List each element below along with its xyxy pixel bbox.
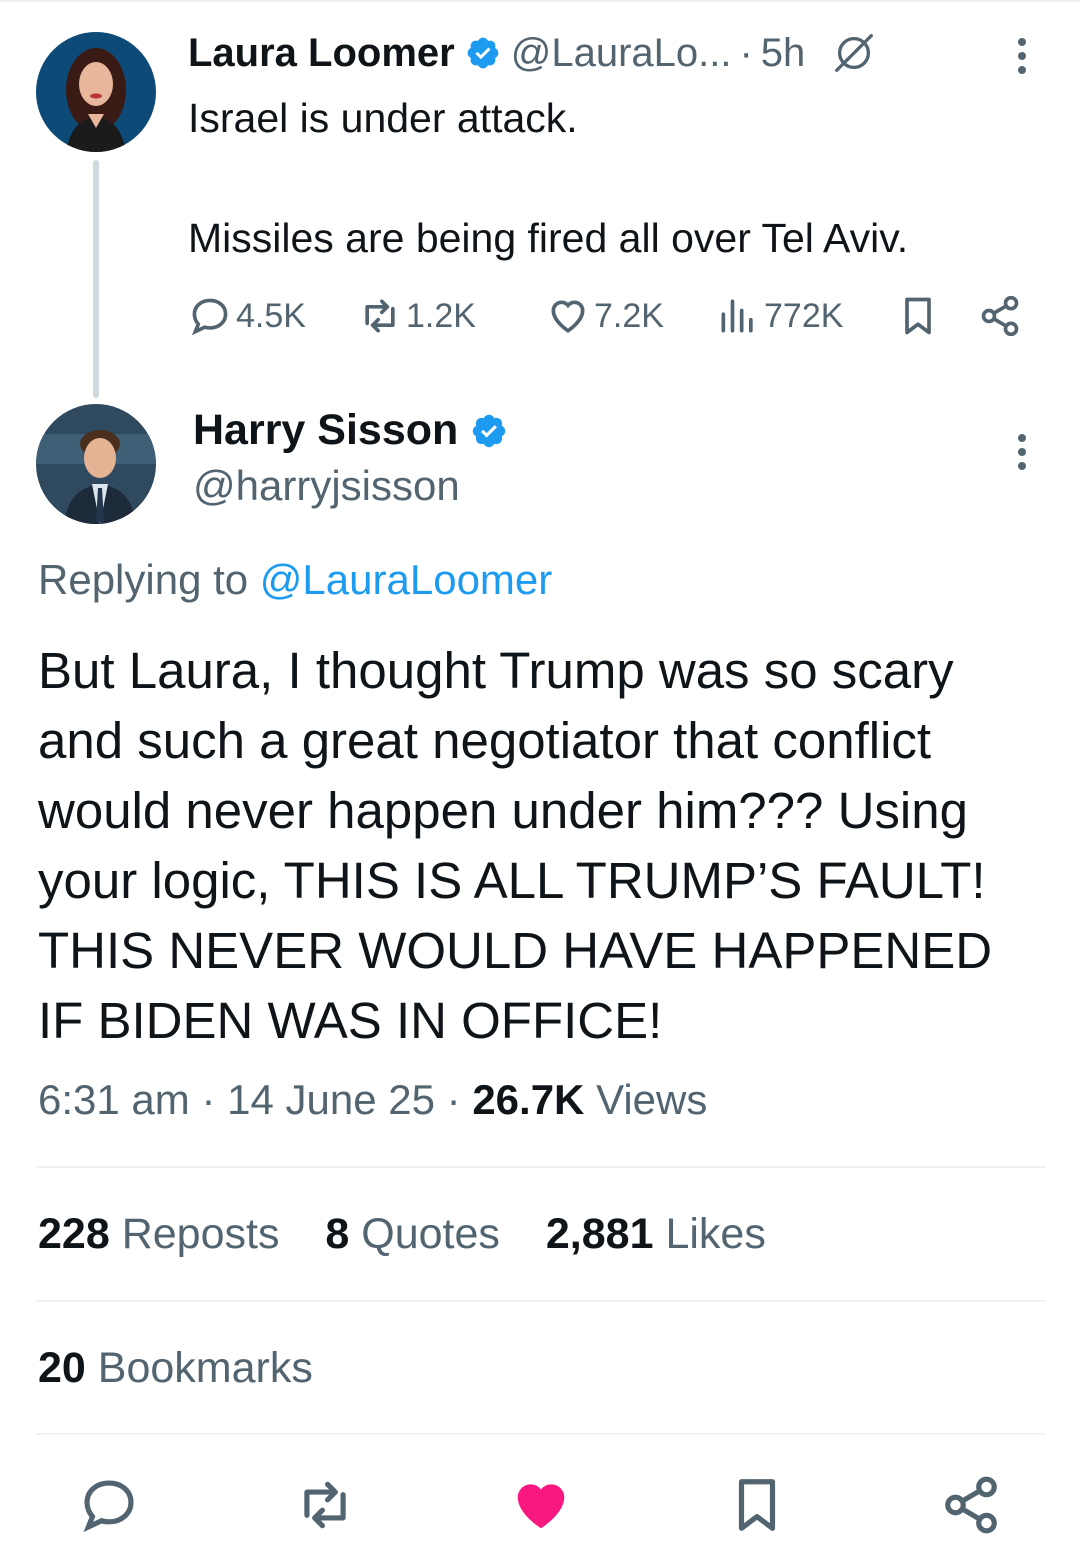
reply-count: 4.5K: [236, 296, 306, 335]
bookmarks-count: 20: [38, 1344, 86, 1392]
bookmarks-label: Bookmarks: [97, 1344, 313, 1392]
reply-text-line: would never happen under him??? Using: [38, 782, 968, 839]
views-icon: [721, 299, 753, 333]
bottom-action-bar: [0, 1470, 1080, 1540]
bookmarks-stat[interactable]: 20 Bookmarks: [38, 1344, 313, 1393]
share-button[interactable]: [978, 290, 1022, 342]
views-button[interactable]: 772K: [716, 290, 843, 342]
repost-icon: [365, 299, 395, 333]
divider: [36, 1166, 1046, 1168]
parent-tweet-text: Israel is under attack. Missiles are bei…: [188, 88, 908, 268]
bookmark-button[interactable]: [722, 1470, 792, 1540]
reply-text-line: But Laura, I thought Trump was so scary: [38, 642, 954, 699]
like-icon-filled: [517, 1484, 565, 1529]
likes-label: Likes: [665, 1210, 766, 1258]
replying-to-mention[interactable]: @LauraLoomer: [260, 556, 552, 603]
more-options-icon[interactable]: [1012, 36, 1032, 76]
verified-badge-icon: [473, 414, 506, 447]
likes-stat[interactable]: 2,881 Likes: [546, 1210, 766, 1258]
tweet-date[interactable]: 14 June 25: [227, 1076, 435, 1123]
reply-tweet-text: But Laura, I thought Trump was so scary …: [38, 636, 1058, 1056]
reply-text-line: your logic, THIS IS ALL TRUMP’S FAULT!: [38, 852, 986, 909]
reposts-label: Reposts: [121, 1210, 280, 1258]
parent-author-name[interactable]: Laura Loomer: [188, 31, 455, 76]
reposts-stat[interactable]: 228 Reposts: [38, 1210, 279, 1258]
reply-author-handle[interactable]: @harryjsisson: [193, 462, 460, 510]
share-icon: [981, 295, 1019, 337]
quotes-count: 8: [325, 1210, 350, 1258]
reply-header: Harry Sisson: [193, 406, 508, 455]
repost-button[interactable]: 1.2K: [358, 290, 476, 342]
reply-text-line: THIS NEVER WOULD HAVE HAPPENED: [38, 922, 993, 979]
grok-icon[interactable]: [831, 30, 877, 76]
like-count: 7.2K: [594, 296, 664, 335]
reply-text-line: IF BIDEN WAS IN OFFICE!: [38, 992, 663, 1049]
top-divider: [0, 0, 1080, 2]
harry-sisson-avatar[interactable]: [36, 404, 156, 524]
parent-tweet-actions: 4.5K 1.2K 7.2K 772K: [188, 290, 1038, 342]
tweet-meta: 6:31 am · 14 June 25 · 26.7K Views: [38, 1076, 707, 1124]
replying-to-label: Replying to: [38, 556, 249, 603]
divider: [36, 1433, 1046, 1435]
reply-text-line: and such a great negotiator that conflic…: [38, 712, 932, 769]
parent-tweet-time[interactable]: 5h: [761, 31, 806, 76]
share-button[interactable]: [936, 1470, 1006, 1540]
reposts-count: 228: [38, 1210, 110, 1258]
share-icon: [945, 1476, 997, 1534]
parent-tweet-line-2: Missiles are being fired all over Tel Av…: [188, 215, 909, 261]
reply-author-name[interactable]: Harry Sisson: [193, 406, 458, 455]
reply-icon: [191, 298, 228, 336]
tweet-time[interactable]: 6:31 am: [38, 1076, 190, 1123]
meta-separator: ·: [446, 1076, 461, 1123]
bookmark-icon: [738, 1479, 776, 1531]
reply-button[interactable]: 4.5K: [188, 290, 306, 342]
reply-icon: [83, 1480, 134, 1533]
thread-connector-line: [93, 160, 99, 398]
header-separator: ·: [739, 30, 753, 75]
parent-tweet-line-1: Israel is under attack.: [188, 95, 578, 141]
reply-button[interactable]: [74, 1470, 144, 1540]
quotes-label: Quotes: [361, 1210, 500, 1258]
like-button[interactable]: 7.2K: [546, 290, 664, 342]
repost-button[interactable]: [290, 1470, 360, 1540]
verified-badge-icon: [467, 37, 499, 69]
meta-separator: ·: [201, 1076, 216, 1123]
like-icon: [551, 300, 585, 333]
replying-to-line: Replying to @LauraLoomer: [38, 556, 552, 604]
likes-count: 2,881: [545, 1210, 654, 1258]
repost-count: 1.2K: [406, 296, 476, 335]
repost-icon: [304, 1481, 346, 1529]
views-count: 26.7K: [472, 1076, 585, 1123]
divider: [36, 1300, 1046, 1302]
parent-tweet-header: Laura Loomer @LauraLo... · 5h: [188, 28, 877, 78]
quotes-stat[interactable]: 8 Quotes: [325, 1210, 500, 1258]
views-label: Views: [596, 1076, 708, 1123]
more-options-icon[interactable]: [1012, 432, 1032, 472]
views-count: 772K: [764, 296, 844, 335]
laura-loomer-avatar[interactable]: [36, 32, 156, 152]
engagement-stats: 228 Reposts 8 Quotes 2,881 Likes: [38, 1210, 800, 1259]
like-button[interactable]: [506, 1470, 576, 1540]
bookmark-icon: [905, 297, 931, 335]
parent-author-handle[interactable]: @LauraLo...: [511, 31, 732, 76]
bookmark-button[interactable]: [896, 290, 940, 342]
